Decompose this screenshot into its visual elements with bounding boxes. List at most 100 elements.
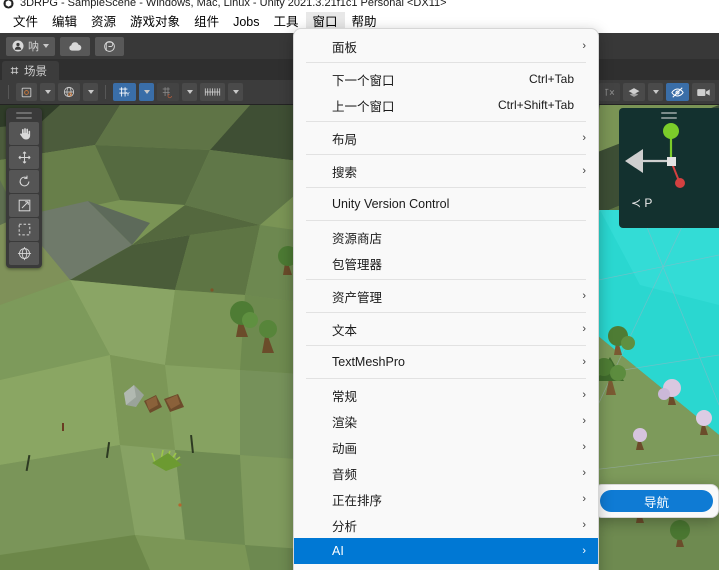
- chevron-right-icon: ›: [582, 441, 586, 453]
- transform-tool[interactable]: [9, 242, 39, 265]
- submenu-item-navigation[interactable]: 导航: [600, 490, 713, 512]
- palette-grip-2[interactable]: [16, 117, 32, 119]
- menu-item-label: 布局: [332, 132, 358, 147]
- grid-snap-dropdown[interactable]: [182, 83, 197, 101]
- draw-mode-dropdown[interactable]: [40, 83, 55, 101]
- menu-item-label: 分析: [332, 519, 358, 534]
- menu-gameobject[interactable]: 游戏对象: [123, 12, 187, 33]
- shading-mode-dropdown[interactable]: [83, 83, 98, 101]
- menu-item-ai[interactable]: AI ›: [294, 538, 598, 564]
- shading-mode-button[interactable]: [58, 83, 80, 101]
- scale-tool[interactable]: [9, 194, 39, 217]
- gizmo-toggle-button[interactable]: Y: [113, 83, 136, 101]
- chevron-down-icon: [186, 90, 193, 94]
- menu-item-label: 渲染: [332, 415, 358, 430]
- menu-assets[interactable]: 资源: [84, 12, 123, 33]
- menu-file[interactable]: 文件: [6, 12, 45, 33]
- scene-gizmo-panel[interactable]: ≺ P: [619, 108, 719, 228]
- menu-item-label: Unity Version Control: [332, 197, 450, 211]
- menu-component[interactable]: 组件: [187, 12, 226, 33]
- unity-collab-icon: [104, 40, 115, 52]
- menu-item-label: 音频: [332, 467, 358, 482]
- menu-item-general[interactable]: 常规 ›: [294, 382, 598, 408]
- menu-separator: [306, 378, 586, 379]
- move-tool[interactable]: [9, 146, 39, 169]
- menu-item-audio[interactable]: 音频 ›: [294, 460, 598, 486]
- menu-separator: [306, 312, 586, 313]
- fx-icon: [605, 88, 615, 96]
- chevron-right-icon: ›: [582, 545, 586, 557]
- menu-item-analysis[interactable]: 分析 ›: [294, 512, 598, 538]
- menu-item-animation[interactable]: 动画 ›: [294, 434, 598, 460]
- menu-edit[interactable]: 编辑: [45, 12, 84, 33]
- menu-item-textmeshpro[interactable]: TextMeshPro ›: [294, 349, 598, 375]
- menu-item-label: 动画: [332, 441, 358, 456]
- menu-separator: [306, 154, 586, 155]
- account-button[interactable]: 呐: [6, 36, 55, 56]
- palette-grip[interactable]: [16, 112, 32, 114]
- scene-tool-palette[interactable]: [6, 108, 42, 268]
- menu-item-asset-store[interactable]: 资源商店: [294, 224, 598, 250]
- collab-button[interactable]: [95, 36, 124, 56]
- scene-visibility-button[interactable]: [666, 83, 689, 101]
- menu-separator: [306, 187, 586, 188]
- hand-tool[interactable]: [9, 122, 39, 145]
- rect-tool[interactable]: [9, 218, 39, 241]
- camera-icon: [697, 88, 710, 96]
- menu-item-panels[interactable]: 面板 ›: [294, 33, 598, 59]
- chevron-right-icon: ›: [582, 389, 586, 401]
- gizmo-perspective-label[interactable]: ≺ P: [631, 196, 652, 210]
- menu-separator: [306, 220, 586, 221]
- grid-snap-button[interactable]: [157, 83, 179, 101]
- hand-icon: [19, 128, 30, 140]
- window-title-text: 3DRPG - SampleScene - Windows, Mac, Linu…: [20, 0, 447, 9]
- camera-settings-button[interactable]: [692, 83, 715, 101]
- menu-item-package-manager[interactable]: 包管理器: [294, 250, 598, 276]
- draw-mode-button[interactable]: [16, 83, 37, 101]
- transform-globe-icon: [17, 246, 31, 261]
- shaded-mode-icon: [21, 87, 32, 97]
- fx-button[interactable]: [599, 83, 620, 101]
- menu-item-ui-toolkit[interactable]: UI 工具包 ›: [294, 564, 598, 570]
- menu-item-layouts[interactable]: 布局 ›: [294, 125, 598, 151]
- submenu-item-label: 导航: [643, 495, 669, 510]
- gizmo-toggle-dropdown[interactable]: [139, 83, 154, 101]
- menu-item-sequencing[interactable]: 正在排序 ›: [294, 486, 598, 512]
- menu-item-text[interactable]: 文本 ›: [294, 316, 598, 342]
- menu-separator: [306, 345, 586, 346]
- gizmo-grip[interactable]: [661, 112, 677, 114]
- ai-submenu[interactable]: 导航: [594, 484, 719, 518]
- menu-item-label: 搜索: [332, 165, 358, 180]
- chevron-down-icon: [652, 90, 659, 94]
- snap-increment-button[interactable]: [200, 83, 225, 101]
- menu-item-label: 面板: [332, 40, 358, 55]
- menu-item-rendering[interactable]: 渲染 ›: [294, 408, 598, 434]
- menu-jobs[interactable]: Jobs: [226, 12, 266, 33]
- menu-item-unity-version-control[interactable]: Unity Version Control: [294, 191, 598, 217]
- rotate-tool[interactable]: [9, 170, 39, 193]
- layers-dropdown[interactable]: [648, 83, 663, 101]
- toolbar-separator-2: [105, 85, 106, 99]
- layers-button[interactable]: [623, 83, 645, 101]
- unity-editor-window: ≺ P 导航 3DRPG - SampleScene - Windows, Ma…: [0, 0, 719, 570]
- rotate-icon: [19, 175, 29, 187]
- chevron-right-icon: ›: [582, 493, 586, 505]
- menu-item-label: TextMeshPro: [332, 355, 405, 369]
- menu-item-asset-management[interactable]: 资产管理 ›: [294, 283, 598, 309]
- menu-item-label: 文本: [332, 323, 358, 338]
- account-icon: [12, 40, 24, 52]
- menu-item-label: 正在排序: [332, 493, 383, 508]
- tab-scene[interactable]: 场景: [2, 61, 59, 80]
- menu-item-previous-window[interactable]: 上一个窗口 Ctrl+Shift+Tab: [294, 92, 598, 118]
- menu-item-shortcut: Ctrl+Tab: [528, 72, 574, 86]
- snap-increment-dropdown[interactable]: [228, 83, 243, 101]
- menu-item-label: 常规: [332, 389, 358, 404]
- chevron-right-icon: ›: [582, 467, 586, 479]
- cloud-button[interactable]: [60, 36, 90, 56]
- menu-item-search[interactable]: 搜索 ›: [294, 158, 598, 184]
- layers-icon: [628, 87, 640, 97]
- chevron-right-icon: ›: [582, 323, 586, 335]
- window-dropdown-menu[interactable]: 面板 › 下一个窗口 Ctrl+Tab 上一个窗口 Ctrl+Shift+Tab…: [293, 28, 599, 570]
- menu-item-next-window[interactable]: 下一个窗口 Ctrl+Tab: [294, 66, 598, 92]
- menu-item-label: 包管理器: [332, 257, 383, 272]
